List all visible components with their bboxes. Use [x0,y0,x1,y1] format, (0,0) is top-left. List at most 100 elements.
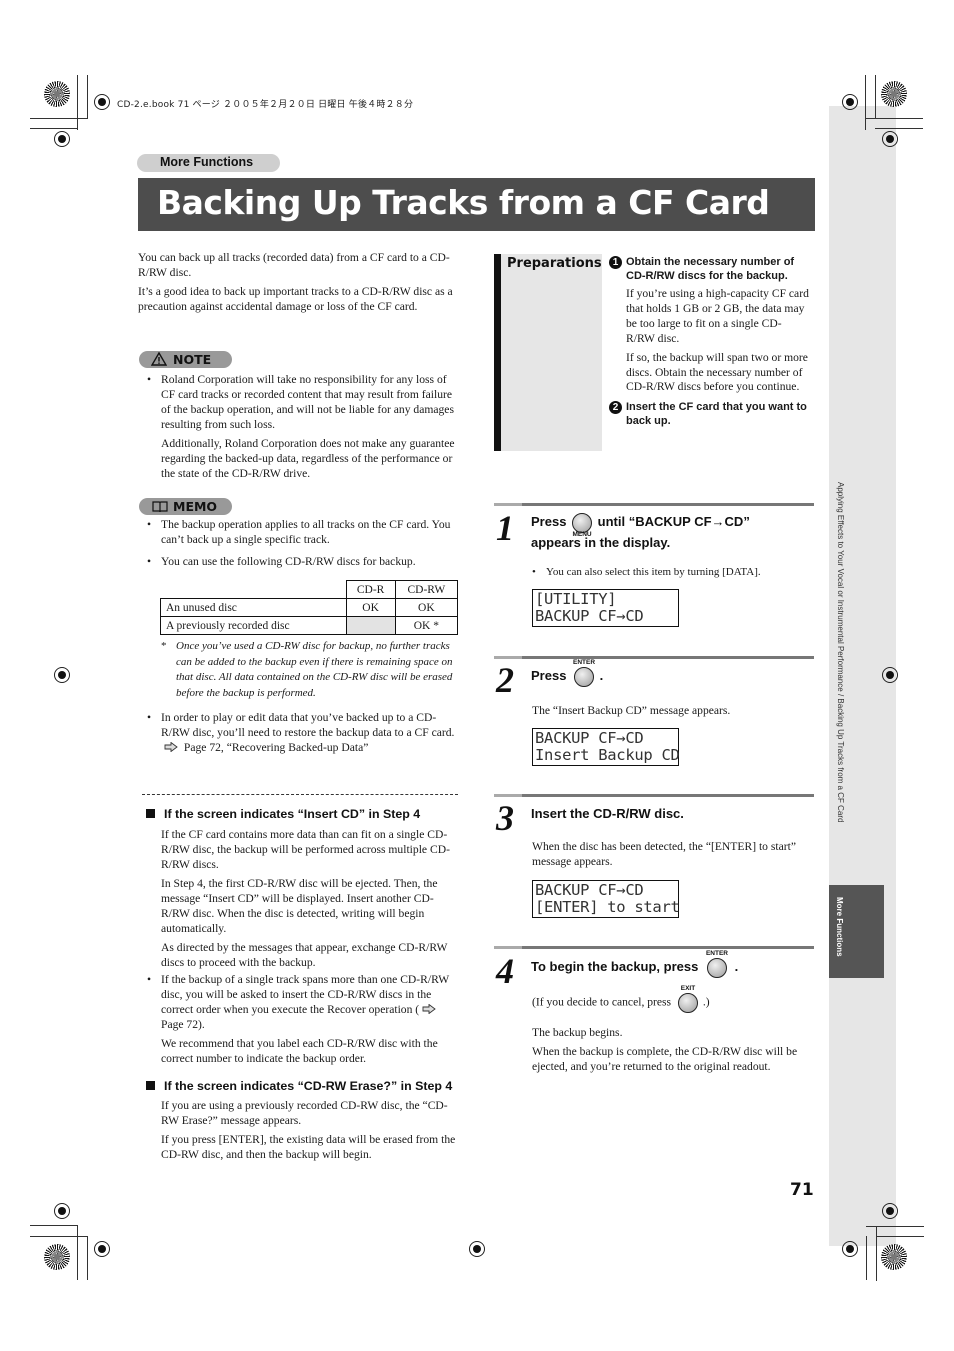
preparation-paragraph: If so, the backup will span two or more … [626,351,808,393]
step-4-heading: To begin the backup, press ENTER . [531,950,739,978]
enter-button[interactable]: ENTER [573,659,595,687]
step-2-heading: Press ENTER . [531,659,604,687]
registration-mark-icon [94,94,110,110]
crop-line [875,75,876,119]
crop-line [30,118,88,119]
preparation-paragraph: If you’re using a high-capacity CF card … [626,287,809,345]
book-icon [152,501,168,513]
lcd-line: [UTILITY] [535,590,617,608]
insert-cd-content: If the CF card contains more data than c… [161,827,461,970]
registration-mark-icon [469,1241,485,1257]
step-divider [494,503,814,506]
step-4-cancel: (If you decide to cancel, press EXIT .) [532,985,710,1013]
disc-compatibility-table: CD-R CD-RW An unused disc OK OK A previo… [160,580,459,635]
registration-mark-icon [54,131,70,147]
step-4-paragraph: The backup begins. [532,1026,623,1039]
note-label: NOTE [173,352,212,367]
footnote-text: Once you’ve used a CD-RW disc for backup… [176,640,453,699]
preparations-list: 1 Obtain the necessary number of CD-R/RW… [609,255,809,428]
lcd-line: BACKUP CF→CD [535,607,644,625]
section-divider [142,794,458,795]
step-divider [494,946,814,949]
memo-bullet-text: The backup operation applies to all trac… [161,518,451,546]
side-tab-section-label: More Functions [835,897,844,957]
page-reference-arrow-icon [422,1004,436,1014]
crop-line [77,1225,78,1280]
table-row: An unused disc OK OK [160,598,459,617]
step-1-heading: Press MENU until “BACKUP CF→CD” appears … [531,512,801,553]
restore-bullet-item: In order to play or edit data that you’v… [139,710,461,755]
lcd-line: Insert Backup CD [535,746,680,764]
registration-mark-icon [842,1241,858,1257]
crop-line [875,128,923,129]
registration-mark-icon [54,667,70,683]
menu-button[interactable]: MENU [572,512,593,538]
memo-content: The backup operation applies to all trac… [139,517,461,569]
table-header-row: CD-R CD-RW [161,580,459,599]
restore-bullet: In order to play or edit data that you’v… [139,710,461,755]
lcd-display: [UTILITY] BACKUP CF→CD [532,589,679,627]
cdrw-erase-paragraph: If you press [ENTER], the existing data … [161,1133,456,1161]
table-cell: An unused disc [160,598,347,617]
enter-button[interactable]: ENTER [706,950,728,978]
cancel-text: (If you decide to cancel, press [532,995,672,1009]
insert-cd-bullet-item: If the backup of a single track spans mo… [139,972,461,1066]
restore-page-link[interactable]: Page 72, “Recovering Backed-up Data” [184,741,368,754]
table-footnote: * Once you’ve used a CD-RW disc for back… [161,639,461,701]
registration-mark-icon [882,1203,898,1219]
memo-badge: MEMO [139,498,232,515]
step-number-icon: 1 [609,256,622,269]
lcd-display: BACKUP CF→CD Insert Backup CD [532,728,680,766]
preparation-body: If you’re using a high-capacity CF card … [626,286,809,395]
side-tab-chapter-text: Applying Effects to Your Vocal or Instru… [836,482,845,827]
lcd-display: BACKUP CF→CD [ENTER] to start [532,880,680,918]
step-number: 1 [496,508,514,548]
footnote-mark: * [161,640,167,652]
crop-line [876,1226,877,1281]
intro-paragraph: You can back up all tracks (recorded dat… [138,251,450,279]
exit-button[interactable]: EXIT [677,985,698,1013]
recover-page-link[interactable]: Page 72). [161,1018,205,1031]
crop-line [876,1236,924,1237]
step-heading-text: . [599,668,604,683]
cancel-text: .) [702,995,710,1009]
step-3-body: When the disc has been detected, the “[E… [532,840,796,868]
step-4-body: The backup begins. When the backup is co… [532,1025,817,1074]
note-paragraph: Roland Corporation will take no responsi… [161,373,454,431]
intro-paragraph: It’s a good idea to back up important tr… [138,285,453,313]
registration-target-icon [881,1244,907,1270]
table-header-cell [161,581,347,599]
step-divider [494,656,814,659]
note-paragraph: Additionally, Roland Corporation does no… [161,437,455,480]
cdrw-erase-content: If you are using a previously recorded C… [161,1098,461,1162]
side-tab-section: More Functions [829,885,884,978]
registration-mark-icon [882,131,898,147]
step-number: 3 [496,798,514,838]
registration-mark-icon [842,94,858,110]
preparation-heading: Insert the CF card that you want to back… [626,400,807,427]
lcd-line: BACKUP CF→CD [535,729,644,747]
step-heading-text: . [734,959,739,974]
enter-button-label: ENTER [573,658,596,666]
step-2-body: The “Insert Backup CD” message appears. [532,704,731,717]
table-row: A previously recorded disc OK * [160,616,459,635]
table-cell: A previously recorded disc [160,616,347,635]
table-cell: OK * [394,616,459,635]
memo-bullet-text: You can use the following CD-R/RW discs … [161,555,416,568]
step-1-bullet: You can also select this item by turning… [524,565,836,580]
registration-target-icon [881,81,907,107]
insert-cd-heading-text: If the screen indicates “Insert CD” in S… [164,807,421,821]
note-badge: NOTE [139,351,232,368]
crop-line [30,1225,78,1226]
preparations-box: Preparations [494,254,602,451]
memo-bullet: The backup operation applies to all trac… [139,517,461,547]
cdrw-erase-paragraph: If you are using a previously recorded C… [161,1099,448,1127]
step-number-icon: 2 [609,400,622,414]
crop-line [30,128,78,129]
step-3-heading: Insert the CD-R/RW disc. [531,806,684,821]
cdrw-erase-heading: If the screen indicates “CD-RW Erase?” i… [146,1079,452,1093]
print-header: CD-2.e.book 71 ページ ２００５年２月２０日 日曜日 午後４時２８… [117,100,414,110]
insert-cd-paragraph: In Step 4, the first CD-R/RW disc will b… [161,877,438,935]
step-heading-text: Press [531,514,567,529]
preparation-heading: Obtain the necessary number of CD-R/RW d… [626,256,795,282]
